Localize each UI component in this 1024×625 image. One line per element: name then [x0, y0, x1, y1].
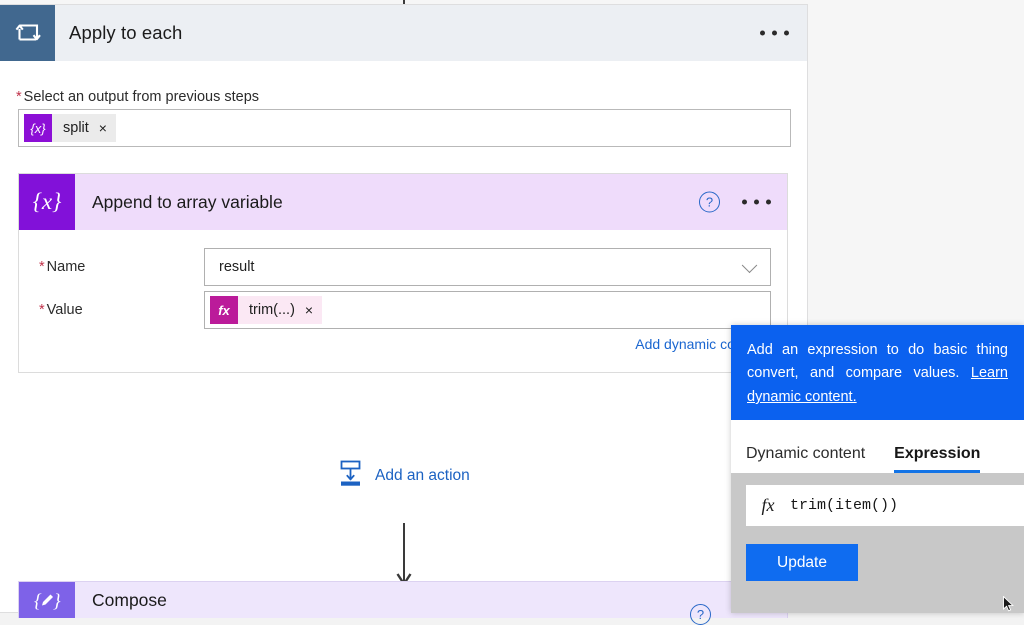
ellipsis-icon[interactable]	[760, 31, 789, 36]
name-field-label-text: Name	[47, 259, 86, 275]
close-icon[interactable]: ×	[99, 121, 107, 135]
add-an-action-button[interactable]: Add an action	[338, 459, 470, 492]
expression-token-trim[interactable]: fx trim(...) ×	[210, 296, 322, 324]
token-label: trim(...)	[249, 302, 295, 318]
page-title: Apply to each	[69, 22, 182, 44]
dynamic-token-split[interactable]: {x} split ×	[24, 114, 116, 142]
ellipsis-icon[interactable]	[742, 200, 771, 205]
value-field-row: *Value fx trim(...) ×	[19, 291, 787, 329]
required-asterisk: *	[39, 302, 45, 318]
select-output-label: *Select an output from previous steps	[16, 89, 259, 105]
append-to-array-variable-card: {x} Append to array variable ? *Name res…	[18, 173, 788, 373]
token-label: split	[63, 120, 89, 136]
variable-braces-icon: {x}	[19, 174, 75, 230]
update-button[interactable]: Update	[746, 544, 858, 581]
expression-panel-tabs: Dynamic content Expression	[731, 420, 1024, 473]
required-asterisk: *	[39, 259, 45, 275]
compose-card[interactable]: { } Compose ?	[18, 581, 788, 618]
mouse-pointer-icon	[1003, 596, 1015, 613]
value-field-label: *Value	[19, 302, 204, 318]
tab-dynamic-content[interactable]: Dynamic content	[746, 445, 865, 473]
expression-input[interactable]: fx trim(item())	[746, 485, 1024, 526]
value-input[interactable]: fx trim(...) ×	[204, 291, 771, 329]
svg-text:}: }	[53, 591, 61, 612]
chevron-down-icon[interactable]	[742, 258, 758, 274]
fx-function-icon: fx	[210, 296, 238, 324]
expression-input-value: trim(item())	[790, 497, 898, 514]
name-select-value: result	[205, 259, 254, 275]
required-asterisk: *	[16, 89, 22, 105]
token-body: split ×	[52, 114, 116, 142]
expression-info-banner: Add an expression to do basic thing conv…	[731, 325, 1024, 420]
apply-to-each-header[interactable]: Apply to each	[0, 5, 807, 61]
ellipsis-dot	[766, 200, 771, 205]
append-card-title: Append to array variable	[92, 192, 283, 213]
append-card-header[interactable]: {x} Append to array variable ?	[19, 174, 787, 230]
compose-card-title: Compose	[92, 590, 167, 611]
add-an-action-label: Add an action	[375, 467, 470, 485]
ellipsis-dot	[784, 31, 789, 36]
fx-function-icon: fx	[746, 495, 790, 516]
apply-to-each-card: Apply to each *Select an output from pre…	[0, 4, 808, 613]
close-icon[interactable]: ×	[305, 303, 313, 317]
select-output-label-text: Select an output from previous steps	[24, 89, 259, 105]
insert-action-icon	[338, 459, 363, 492]
help-question-icon[interactable]: ?	[690, 604, 711, 625]
token-body: trim(...) ×	[238, 296, 322, 324]
svg-text:{: {	[34, 591, 42, 612]
expression-flyout-panel: Add an expression to do basic thing conv…	[731, 325, 1024, 613]
name-select[interactable]: result	[204, 248, 771, 286]
loop-repeat-icon	[0, 5, 55, 61]
name-field-row: *Name result	[19, 248, 787, 286]
variable-braces-icon: {x}	[24, 114, 52, 142]
ellipsis-dot	[742, 200, 747, 205]
ellipsis-dot	[772, 31, 777, 36]
name-field-label: *Name	[19, 259, 204, 275]
expression-editor-body: fx trim(item()) Update	[731, 473, 1024, 613]
help-question-icon[interactable]: ?	[699, 192, 720, 213]
select-output-input[interactable]: {x} split ×	[18, 109, 791, 147]
ellipsis-dot	[760, 31, 765, 36]
ellipsis-dot	[754, 200, 759, 205]
expression-info-text: Add an expression to do basic thing conv…	[747, 342, 1008, 381]
tab-expression[interactable]: Expression	[894, 445, 980, 473]
append-card-actions: ?	[699, 192, 771, 213]
value-field-label-text: Value	[47, 302, 83, 318]
